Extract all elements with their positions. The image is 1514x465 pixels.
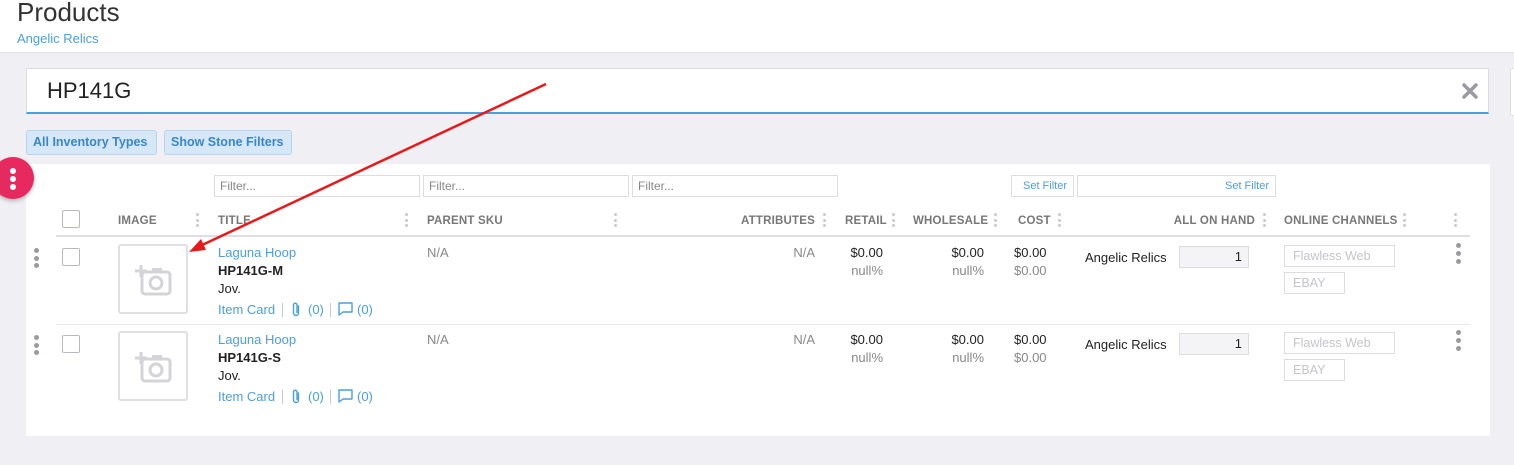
attributes-filter-input[interactable] bbox=[632, 175, 838, 197]
column-header-cost[interactable]: COST bbox=[1018, 215, 1051, 227]
column-resize-handle[interactable] bbox=[823, 213, 826, 227]
page-title: Products bbox=[17, 0, 120, 27]
column-header-title[interactable]: TITLE bbox=[218, 215, 251, 227]
comments-count[interactable]: (0) bbox=[357, 389, 373, 404]
add-image-button[interactable] bbox=[118, 331, 188, 401]
channel-ebay[interactable]: EBAY bbox=[1284, 359, 1345, 381]
column-resize-handle[interactable] bbox=[1454, 213, 1457, 227]
row-checkbox[interactable] bbox=[62, 248, 80, 266]
retail-percent: null% bbox=[851, 350, 883, 365]
comment-icon[interactable] bbox=[338, 389, 353, 403]
retail-percent: null% bbox=[851, 263, 883, 278]
attachments-count[interactable]: (0) bbox=[308, 302, 324, 317]
product-sku: HP141G-S bbox=[218, 350, 281, 365]
separator bbox=[282, 390, 283, 404]
all-inventory-types-button[interactable]: All Inventory Types bbox=[26, 130, 157, 155]
column-resize-handle[interactable] bbox=[614, 213, 617, 227]
channel-flawless-web[interactable]: Flawless Web bbox=[1284, 245, 1395, 267]
row-checkbox[interactable] bbox=[62, 335, 80, 353]
wholesale-price: $0.00 bbox=[951, 332, 984, 347]
attachments-count[interactable]: (0) bbox=[308, 389, 324, 404]
attributes-value: N/A bbox=[793, 245, 815, 260]
column-resize-handle[interactable] bbox=[196, 213, 199, 227]
parent-sku-value: N/A bbox=[427, 245, 449, 260]
show-stone-filters-button[interactable]: Show Stone Filters bbox=[164, 130, 292, 155]
more-vertical-icon[interactable] bbox=[1456, 243, 1461, 265]
on-hand-quantity[interactable]: 1 bbox=[1179, 333, 1249, 355]
product-title-link[interactable]: Laguna Hoop bbox=[218, 332, 296, 347]
column-header-attributes[interactable]: ATTRIBUTES bbox=[700, 215, 815, 227]
product-type: Jov. bbox=[218, 368, 241, 383]
comments-count[interactable]: (0) bbox=[357, 302, 373, 317]
separator bbox=[330, 390, 331, 404]
parent-sku-filter-input[interactable] bbox=[423, 175, 629, 197]
paperclip-icon[interactable] bbox=[291, 389, 301, 404]
column-resize-handle[interactable] bbox=[1058, 213, 1061, 227]
product-title-link[interactable]: Laguna Hoop bbox=[218, 245, 296, 260]
add-image-button[interactable] bbox=[118, 244, 188, 314]
select-all-checkbox[interactable] bbox=[62, 210, 80, 228]
row-drag-handle[interactable] bbox=[34, 335, 39, 355]
parent-sku-value: N/A bbox=[427, 332, 449, 347]
add-photo-icon bbox=[135, 352, 172, 383]
column-resize-handle[interactable] bbox=[1403, 213, 1406, 227]
column-header-wholesale[interactable]: WHOLESALE bbox=[913, 215, 988, 227]
column-resize-handle[interactable] bbox=[1263, 213, 1266, 227]
store-link[interactable]: Angelic Relics bbox=[17, 31, 99, 46]
header-divider bbox=[56, 235, 1470, 237]
cost-secondary: $0.00 bbox=[1014, 350, 1047, 365]
separator bbox=[282, 303, 283, 317]
channel-flawless-web[interactable]: Flawless Web bbox=[1284, 332, 1395, 354]
channel-ebay[interactable]: EBAY bbox=[1284, 272, 1345, 294]
column-resize-handle[interactable] bbox=[405, 213, 408, 227]
column-header-retail[interactable]: RETAIL bbox=[845, 215, 887, 227]
title-filter-input[interactable] bbox=[214, 175, 420, 197]
cost-set-filter-button[interactable]: Set Filter bbox=[1011, 175, 1074, 197]
row-divider bbox=[56, 324, 1470, 325]
wholesale-percent: null% bbox=[952, 350, 984, 365]
side-button[interactable] bbox=[1510, 68, 1514, 116]
column-header-online-channels[interactable]: ONLINE CHANNELS bbox=[1284, 215, 1398, 227]
column-header-parent-sku[interactable]: PARENT SKU bbox=[427, 215, 503, 227]
separator bbox=[330, 303, 331, 317]
item-card-link[interactable]: Item Card bbox=[218, 389, 275, 404]
row-drag-handle[interactable] bbox=[34, 248, 39, 268]
cost-price: $0.00 bbox=[1014, 245, 1047, 260]
search-input[interactable] bbox=[47, 77, 1427, 105]
column-resize-handle[interactable] bbox=[892, 213, 895, 227]
comment-icon[interactable] bbox=[338, 302, 353, 316]
close-icon[interactable] bbox=[1460, 81, 1480, 101]
on-hand-quantity[interactable]: 1 bbox=[1179, 246, 1249, 268]
more-vertical-icon[interactable] bbox=[1456, 330, 1461, 352]
wholesale-percent: null% bbox=[952, 263, 984, 278]
column-resize-handle[interactable] bbox=[994, 213, 997, 227]
page-header: Products Angelic Relics bbox=[0, 0, 1514, 53]
location-name: Angelic Relics bbox=[1085, 337, 1167, 352]
paperclip-icon[interactable] bbox=[291, 302, 301, 317]
product-type: Jov. bbox=[218, 281, 241, 296]
cost-price: $0.00 bbox=[1014, 332, 1047, 347]
retail-price: $0.00 bbox=[850, 332, 883, 347]
on-hand-set-filter-button[interactable]: Set Filter bbox=[1077, 175, 1276, 197]
retail-price: $0.00 bbox=[850, 245, 883, 260]
add-photo-icon bbox=[135, 265, 172, 296]
product-sku: HP141G-M bbox=[218, 263, 284, 278]
more-vertical-icon bbox=[10, 168, 16, 174]
search-bar bbox=[26, 68, 1489, 114]
attributes-value: N/A bbox=[793, 332, 815, 347]
column-header-image[interactable]: IMAGE bbox=[118, 215, 157, 227]
cost-secondary: $0.00 bbox=[1014, 263, 1047, 278]
location-name: Angelic Relics bbox=[1085, 250, 1167, 265]
column-header-all-on-hand[interactable]: ALL ON HAND bbox=[1120, 215, 1255, 227]
item-card-link[interactable]: Item Card bbox=[218, 302, 275, 317]
wholesale-price: $0.00 bbox=[951, 245, 984, 260]
